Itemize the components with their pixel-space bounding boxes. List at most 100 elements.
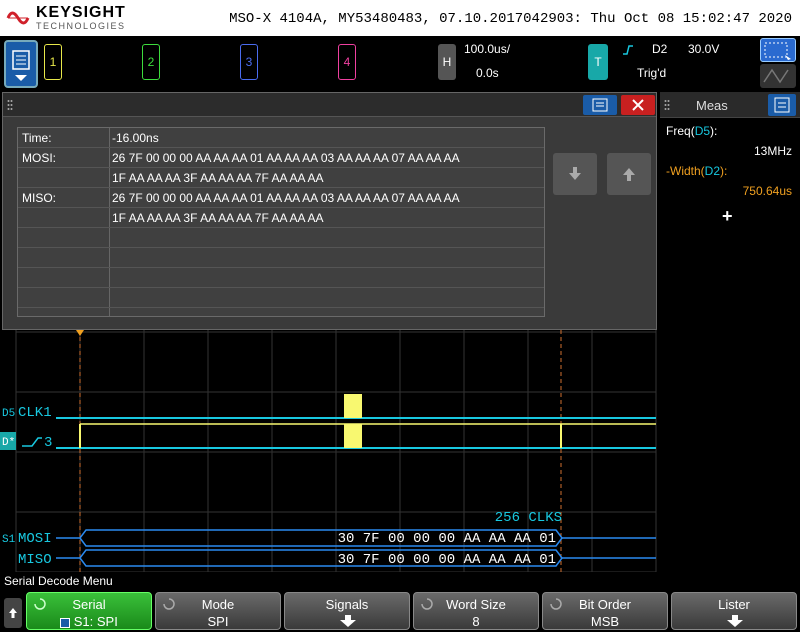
channel-2-button[interactable]: 2 bbox=[142, 44, 160, 80]
row-label: Time: bbox=[22, 131, 52, 145]
list-menu-icon bbox=[774, 97, 790, 113]
brand-subtitle: TECHNOLOGIES bbox=[36, 21, 126, 31]
add-measurement-button[interactable]: + bbox=[722, 206, 733, 227]
arrow-up-icon bbox=[9, 608, 17, 618]
keysight-wave-icon bbox=[6, 11, 30, 25]
bus-burst bbox=[344, 424, 362, 448]
softkey-serial-text: S1: SPI bbox=[73, 614, 118, 629]
meas-2-source: D2 bbox=[704, 164, 721, 178]
zoom-select-button[interactable] bbox=[760, 38, 796, 62]
softkey-mode-value: SPI bbox=[207, 614, 229, 629]
dialog-menu-button[interactable] bbox=[583, 95, 617, 115]
softkey-lister-label: Lister bbox=[718, 597, 750, 612]
softkey-serial-label: Serial bbox=[72, 597, 106, 612]
lister-row bbox=[18, 268, 544, 288]
lister-dialog: Time: -16.00ns MOSI: 26 7F 00 00 00 AA AA … bbox=[2, 92, 657, 330]
scroll-up-button[interactable] bbox=[607, 153, 651, 195]
channel-1-button[interactable]: 1 bbox=[44, 44, 62, 80]
lister-row: Time: -16.00ns bbox=[18, 128, 544, 148]
channel-3-button[interactable]: 3 bbox=[240, 44, 258, 80]
clk-label: CLK1 bbox=[18, 405, 52, 421]
lister-row: 1F AA AA AA 3F AA AA AA 7F AA AA AA bbox=[18, 168, 544, 188]
list-menu-icon bbox=[592, 98, 608, 112]
serial-prefix: S1 bbox=[2, 534, 16, 546]
meas-2-value: 750.64us bbox=[742, 184, 792, 198]
meas-2-name[interactable]: -Width(D2): bbox=[666, 164, 727, 178]
row-value: 26 7F 00 00 00 AA AA AA 01 AA AA AA 03 A… bbox=[112, 151, 460, 165]
zoom-box-icon bbox=[764, 42, 791, 60]
meas-menu-button[interactable] bbox=[768, 94, 796, 116]
softkey-word-size[interactable]: Word Size 8 bbox=[413, 592, 539, 630]
trigger-source: D2 bbox=[652, 42, 668, 56]
lister-row bbox=[18, 288, 544, 308]
time-per-div: 100.0us/ bbox=[464, 42, 511, 56]
softkey-signals-label: Signals bbox=[325, 597, 369, 612]
row-label: MOSI: bbox=[22, 151, 57, 165]
lister-row: MISO: 26 7F 00 00 00 AA AA AA 01 AA AA AA… bbox=[18, 188, 544, 208]
meas-tab[interactable]: Meas bbox=[660, 92, 800, 118]
row-value: 1F AA AA AA 3F AA AA AA 7F AA AA AA bbox=[112, 211, 324, 225]
menu-back-button[interactable] bbox=[4, 598, 22, 628]
submenu-arrow-icon bbox=[340, 615, 356, 627]
trigger-position-marker bbox=[76, 330, 84, 336]
header-bar: KEYSIGHT TECHNOLOGIES MSO-X 4104A, MY534… bbox=[0, 0, 800, 36]
dialog-close-button[interactable] bbox=[621, 95, 655, 115]
meas-1-func: Freq bbox=[666, 124, 691, 138]
softkey-bar: Serial S1: SPI Mode SPI Signals Word Siz… bbox=[0, 590, 800, 632]
clks-count: 256 CLKS bbox=[495, 510, 562, 526]
checkbox-icon bbox=[60, 617, 71, 628]
brand-name: KEYSIGHT bbox=[36, 4, 126, 21]
waveform-gesture-button[interactable] bbox=[760, 64, 796, 88]
list-menu-icon bbox=[12, 50, 30, 81]
softkey-signals[interactable]: Signals bbox=[284, 592, 410, 630]
clk-burst bbox=[344, 394, 362, 418]
keysight-logo: KEYSIGHT TECHNOLOGIES bbox=[6, 4, 136, 32]
measurements-panel: Meas Freq(D5): 13MHz -Width(D2): 750.64u… bbox=[660, 92, 800, 572]
bus-slash-icon bbox=[22, 437, 42, 447]
rising-edge-icon bbox=[623, 45, 633, 55]
arrow-down-icon bbox=[569, 167, 581, 180]
trigger-level: 30.0V bbox=[688, 42, 720, 56]
dialog-titlebar[interactable] bbox=[3, 93, 656, 117]
row-value: 26 7F 00 00 00 AA AA AA 01 AA AA AA 03 A… bbox=[112, 191, 460, 205]
row-value: -16.00ns bbox=[112, 131, 159, 145]
horizontal-delay: 0.0s bbox=[476, 66, 499, 80]
softkey-serial[interactable]: Serial S1: SPI bbox=[26, 592, 152, 630]
decode-lister-table[interactable]: Time: -16.00ns MOSI: 26 7F 00 00 00 AA AA … bbox=[17, 127, 545, 317]
softkey-mode[interactable]: Mode SPI bbox=[155, 592, 281, 630]
channel-4-button[interactable]: 4 bbox=[338, 44, 356, 80]
mosi-label: MOSI bbox=[18, 531, 52, 547]
softkey-lister[interactable]: Lister bbox=[671, 592, 797, 630]
instrument-status: MSO-X 4104A, MY53480483, 07.10.201704290… bbox=[229, 11, 792, 27]
drag-grip-icon bbox=[7, 100, 13, 110]
meas-1-source: D5 bbox=[694, 124, 711, 138]
channel-1-label: 1 bbox=[49, 55, 57, 69]
submenu-arrow-icon bbox=[727, 615, 743, 627]
mosi-bytes: 30 7F 00 00 00 AA AA AA 01 bbox=[338, 531, 556, 547]
channel-4-label: 4 bbox=[343, 55, 351, 69]
lister-row bbox=[18, 248, 544, 268]
softkey-bit-order[interactable]: Bit Order MSB bbox=[542, 592, 668, 630]
channel-2-label: 2 bbox=[147, 55, 155, 69]
meas-2-func: -Width bbox=[666, 164, 701, 178]
miso-bytes: 30 7F 00 00 00 AA AA AA 01 bbox=[338, 552, 556, 568]
horizontal-button[interactable]: H bbox=[438, 44, 456, 80]
lister-row bbox=[18, 228, 544, 248]
softkey-mode-label: Mode bbox=[201, 597, 235, 612]
arrow-up-icon bbox=[623, 168, 635, 181]
trigger-button[interactable]: T bbox=[588, 44, 608, 80]
trigger-key-label: T bbox=[594, 55, 602, 69]
row-value: 1F AA AA AA 3F AA AA AA 7F AA AA AA bbox=[112, 171, 324, 185]
softkey-bit-order-label: Bit Order bbox=[578, 597, 631, 612]
meas-1-name[interactable]: Freq(D5): bbox=[666, 124, 717, 138]
trigger-status: Trig'd bbox=[637, 66, 667, 80]
close-icon bbox=[632, 99, 644, 111]
lister-row: 1F AA AA AA 3F AA AA AA 7F AA AA AA bbox=[18, 208, 544, 228]
softkey-bit-order-value: MSB bbox=[590, 614, 620, 629]
scope-screen: KEYSIGHT TECHNOLOGIES MSO-X 4104A, MY534… bbox=[0, 0, 800, 632]
softkey-serial-value: S1: SPI bbox=[27, 614, 151, 629]
channel-3-label: 3 bbox=[245, 55, 253, 69]
softkey-word-size-label: Word Size bbox=[446, 597, 506, 612]
main-menu-button[interactable] bbox=[4, 40, 38, 88]
scroll-down-button[interactable] bbox=[553, 153, 597, 195]
